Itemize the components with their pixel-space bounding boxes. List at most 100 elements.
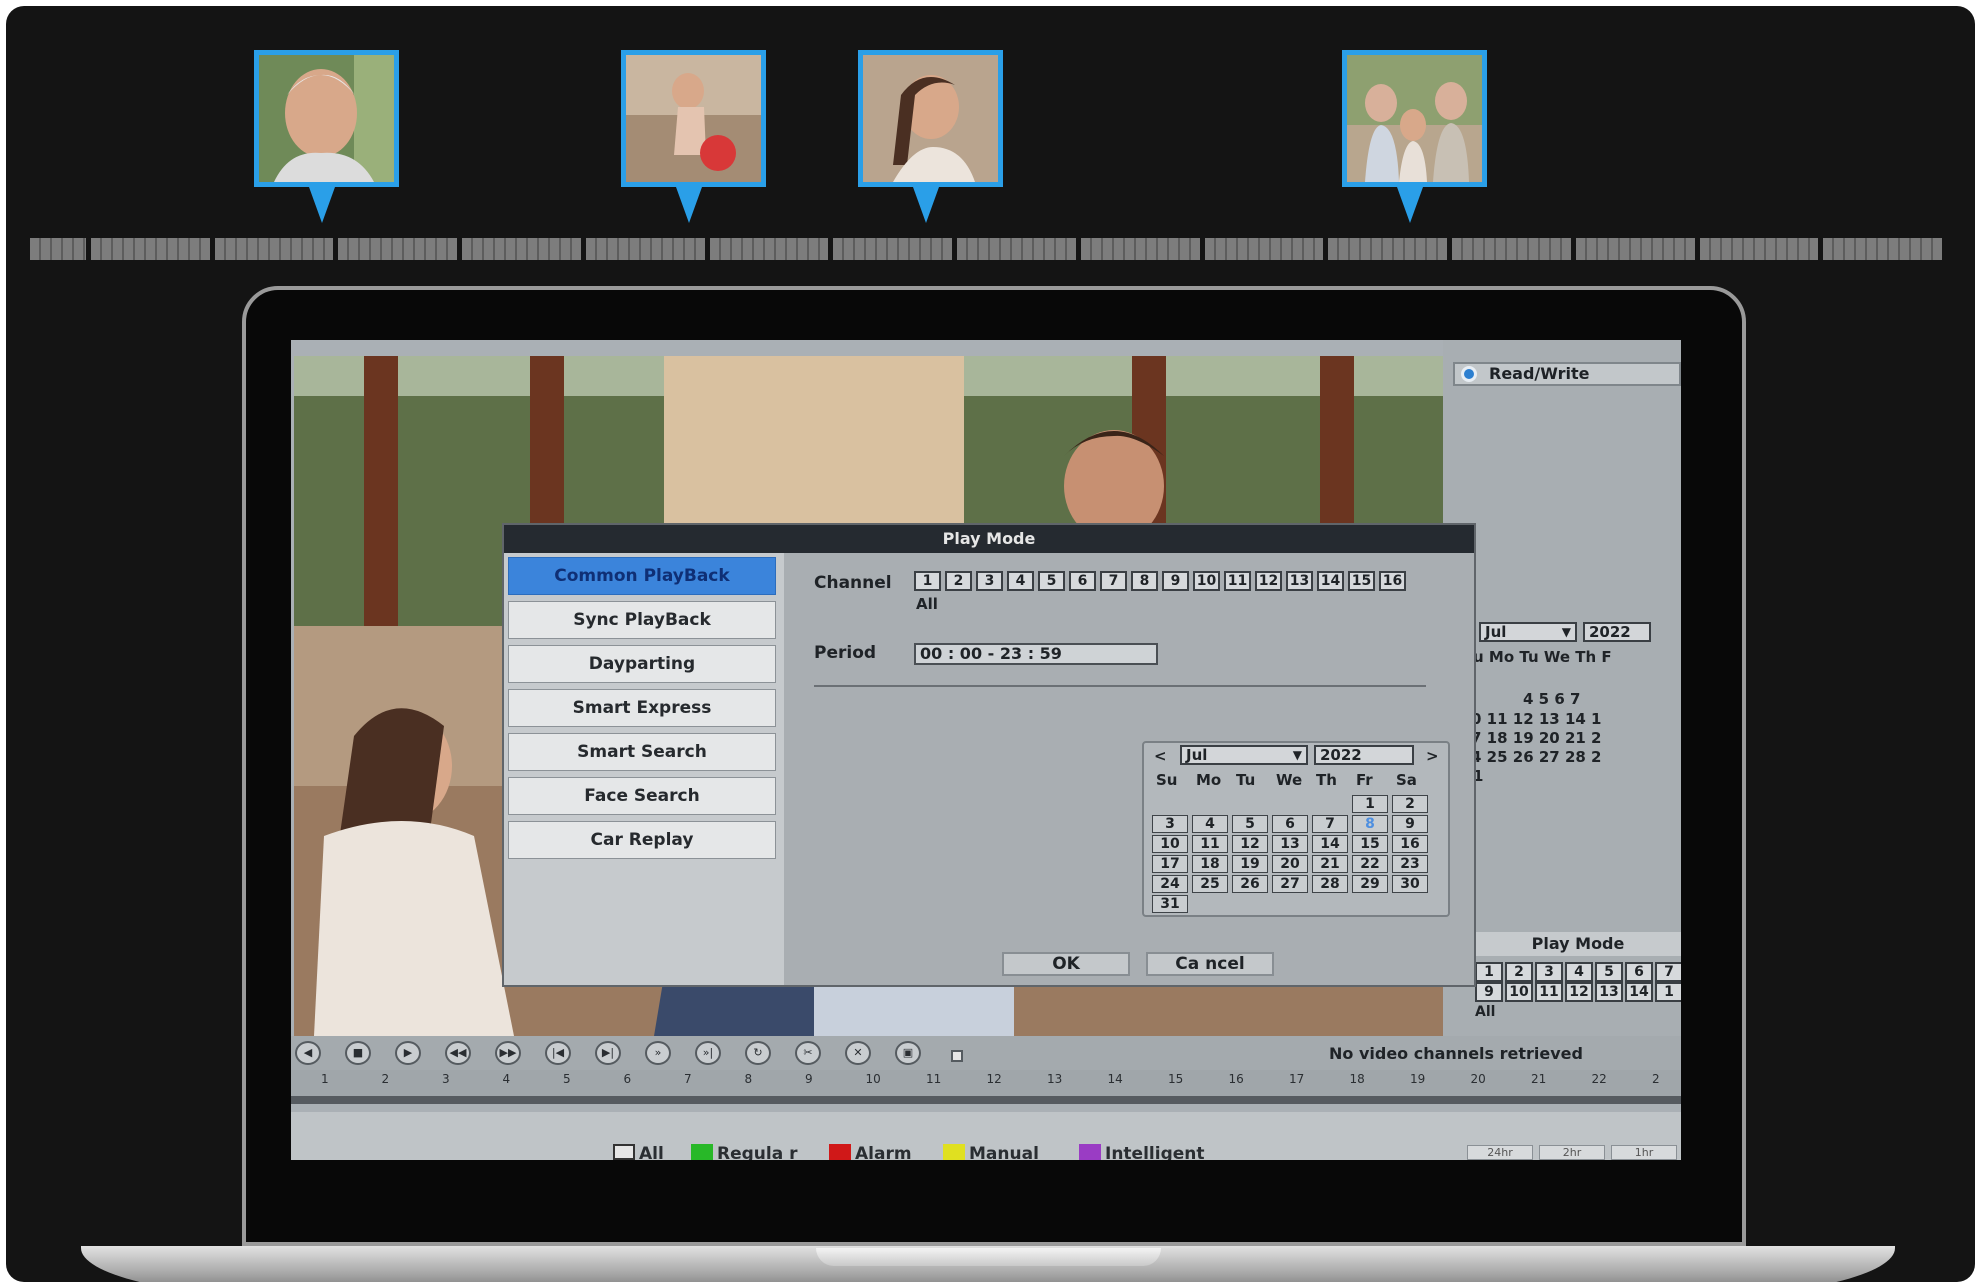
side-channel-checkbox[interactable]: 12 bbox=[1565, 982, 1593, 1002]
calendar-day[interactable]: 13 bbox=[1272, 835, 1308, 853]
calendar-day[interactable]: 25 bbox=[1192, 875, 1228, 893]
calendar-day[interactable]: 2 bbox=[1392, 795, 1428, 813]
legend-regular[interactable]: Regula r bbox=[691, 1144, 798, 1160]
calendar-day[interactable]: 18 bbox=[1192, 855, 1228, 873]
calendar-day[interactable]: 23 bbox=[1392, 855, 1428, 873]
slow-forward-icon[interactable]: » bbox=[645, 1041, 671, 1065]
calendar-day[interactable]: 12 bbox=[1232, 835, 1268, 853]
calendar-day[interactable]: 4 bbox=[1192, 815, 1228, 833]
fast-forward-icon[interactable]: ▶▶ bbox=[495, 1041, 521, 1065]
legend-intelligent[interactable]: Intelligent bbox=[1079, 1144, 1205, 1160]
side-channel-checkbox[interactable]: 14 bbox=[1625, 982, 1653, 1002]
side-channel-checkbox[interactable]: 13 bbox=[1595, 982, 1623, 1002]
channel-checkbox[interactable]: 6 bbox=[1069, 571, 1096, 591]
calendar-day[interactable]: 14 bbox=[1312, 835, 1348, 853]
thumbnail-child-with-ball[interactable] bbox=[621, 50, 766, 187]
calendar-day[interactable]: 27 bbox=[1272, 875, 1308, 893]
side-year-select[interactable]: 2022 bbox=[1583, 622, 1651, 642]
calendar-day[interactable]: 26 bbox=[1232, 875, 1268, 893]
cancel-button[interactable]: Ca ncel bbox=[1146, 952, 1274, 976]
mode-sync-playback[interactable]: Sync PlayBack bbox=[508, 601, 776, 639]
mode-face-search[interactable]: Face Search bbox=[508, 777, 776, 815]
calendar-day[interactable]: 6 bbox=[1272, 815, 1308, 833]
mode-smart-express[interactable]: Smart Express bbox=[508, 689, 776, 727]
side-channel-checkbox[interactable]: 5 bbox=[1595, 962, 1623, 982]
calendar-day[interactable]: 5 bbox=[1232, 815, 1268, 833]
next-month-button[interactable]: > bbox=[1426, 747, 1439, 765]
side-channel-all[interactable]: All bbox=[1475, 1004, 1495, 1020]
mode-common-playback[interactable]: Common PlayBack bbox=[508, 557, 776, 595]
mode-car-replay[interactable]: Car Replay bbox=[508, 821, 776, 859]
zoom-1hr-button[interactable]: 1hr bbox=[1611, 1145, 1677, 1160]
calendar-day[interactable]: 30 bbox=[1392, 875, 1428, 893]
ok-button[interactable]: OK bbox=[1002, 952, 1130, 976]
period-input[interactable]: 00 : 00 - 23 : 59 bbox=[914, 643, 1158, 665]
side-channel-checkbox[interactable]: 9 bbox=[1475, 982, 1503, 1002]
side-channel-checkbox[interactable]: 7 bbox=[1655, 962, 1681, 982]
channel-checkbox[interactable]: 10 bbox=[1193, 571, 1220, 591]
calendar-day[interactable]: 16 bbox=[1392, 835, 1428, 853]
clip-icon[interactable]: ✂ bbox=[795, 1041, 821, 1065]
prev-month-button[interactable]: < bbox=[1154, 747, 1167, 765]
thumbnail-girl-profile[interactable] bbox=[858, 50, 1003, 187]
channel-checkbox[interactable]: 7 bbox=[1100, 571, 1127, 591]
calendar-day[interactable]: 22 bbox=[1352, 855, 1388, 873]
channel-checkbox[interactable]: 11 bbox=[1224, 571, 1251, 591]
read-write-option[interactable]: Read/Write bbox=[1453, 362, 1681, 386]
mode-dayparting[interactable]: Dayparting bbox=[508, 645, 776, 683]
thumbnail-elderly-man[interactable] bbox=[254, 50, 399, 187]
rewind-icon[interactable]: ◀ bbox=[295, 1041, 321, 1065]
skip-icon[interactable]: »| bbox=[695, 1041, 721, 1065]
zoom-24hr-button[interactable]: 24hr bbox=[1467, 1145, 1533, 1160]
calendar-day[interactable]: 8 bbox=[1352, 815, 1388, 833]
side-channel-checkbox[interactable]: 11 bbox=[1535, 982, 1563, 1002]
channel-checkbox[interactable]: 13 bbox=[1286, 571, 1313, 591]
channel-checkbox[interactable]: 1 bbox=[914, 571, 941, 591]
side-channel-checkbox[interactable]: 6 bbox=[1625, 962, 1653, 982]
side-channel-checkbox[interactable]: 1 bbox=[1475, 962, 1503, 982]
calendar-day[interactable]: 29 bbox=[1352, 875, 1388, 893]
repeat-icon[interactable]: ↻ bbox=[745, 1041, 771, 1065]
legend-manual[interactable]: Manual bbox=[943, 1144, 1039, 1160]
calendar-day[interactable]: 17 bbox=[1152, 855, 1188, 873]
thumbnail-family-group[interactable] bbox=[1342, 50, 1487, 187]
zoom-2hr-button[interactable]: 2hr bbox=[1539, 1145, 1605, 1160]
calendar-day[interactable]: 1 bbox=[1352, 795, 1388, 813]
fast-backward-icon[interactable]: ◀◀ bbox=[445, 1041, 471, 1065]
stop-icon[interactable]: ■ bbox=[345, 1041, 371, 1065]
calendar-day[interactable]: 24 bbox=[1152, 875, 1188, 893]
legend-all[interactable]: All bbox=[613, 1144, 664, 1160]
side-channel-checkbox[interactable]: 2 bbox=[1505, 962, 1533, 982]
timeline-strip[interactable] bbox=[30, 238, 1943, 260]
channel-all-option[interactable]: All bbox=[916, 595, 938, 613]
year-select[interactable]: 2022 bbox=[1314, 745, 1414, 765]
side-channel-checkbox[interactable]: 4 bbox=[1565, 962, 1593, 982]
side-channel-checkbox[interactable]: 3 bbox=[1535, 962, 1563, 982]
calendar-day[interactable]: 28 bbox=[1312, 875, 1348, 893]
channel-checkbox[interactable]: 5 bbox=[1038, 571, 1065, 591]
calendar-day[interactable]: 31 bbox=[1152, 895, 1188, 913]
close-icon[interactable]: ✕ bbox=[845, 1041, 871, 1065]
calendar-day[interactable]: 21 bbox=[1312, 855, 1348, 873]
channel-checkbox[interactable]: 14 bbox=[1317, 571, 1344, 591]
side-month-select[interactable]: Jul ▼ bbox=[1479, 622, 1577, 642]
side-channel-checkbox[interactable]: 10 bbox=[1505, 982, 1533, 1002]
calendar-day[interactable]: 7 bbox=[1312, 815, 1348, 833]
previous-frame-icon[interactable]: |◀ bbox=[545, 1041, 571, 1065]
side-channel-checkbox[interactable]: 1 bbox=[1655, 982, 1681, 1002]
mode-smart-search[interactable]: Smart Search bbox=[508, 733, 776, 771]
channel-checkbox[interactable]: 4 bbox=[1007, 571, 1034, 591]
calendar-day[interactable]: 11 bbox=[1192, 835, 1228, 853]
time-ruler[interactable]: 1 2 3 4 5 6 7 8 9 10 11 12 13 14 15 16 17 18 19 20 21 22 2 bbox=[291, 1070, 1681, 1104]
calendar-day[interactable]: 15 bbox=[1352, 835, 1388, 853]
save-icon[interactable]: ▣ bbox=[895, 1041, 921, 1065]
calendar-day[interactable]: 3 bbox=[1152, 815, 1188, 833]
month-select[interactable]: Jul ▼ bbox=[1180, 745, 1308, 765]
channel-checkbox[interactable]: 12 bbox=[1255, 571, 1282, 591]
calendar-day[interactable]: 19 bbox=[1232, 855, 1268, 873]
small-toggle-icon[interactable] bbox=[951, 1050, 963, 1062]
channel-checkbox[interactable]: 16 bbox=[1379, 571, 1406, 591]
channel-checkbox[interactable]: 9 bbox=[1162, 571, 1189, 591]
channel-checkbox[interactable]: 8 bbox=[1131, 571, 1158, 591]
legend-alarm[interactable]: Alarm bbox=[829, 1144, 912, 1160]
